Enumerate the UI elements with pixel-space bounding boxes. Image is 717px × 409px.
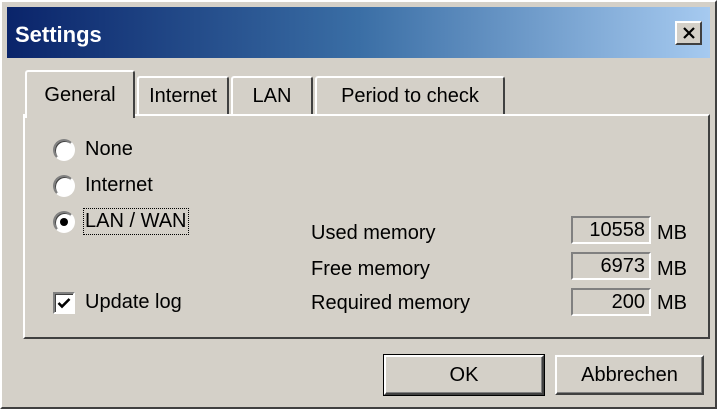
tab-lan[interactable]: LAN: [231, 76, 313, 114]
radio-none-label[interactable]: None: [85, 138, 133, 161]
settings-dialog: Settings General Internet LAN Period to …: [0, 0, 717, 409]
tab-period-to-check-label: Period to check: [341, 84, 479, 107]
update-log-checkbox[interactable]: [53, 292, 75, 314]
title-bar[interactable]: Settings: [7, 7, 710, 58]
tab-lan-label: LAN: [252, 84, 292, 107]
used-memory-value: 10558: [571, 216, 651, 244]
close-icon: [682, 27, 695, 39]
required-memory-label: Required memory: [311, 292, 470, 314]
free-memory-value: 6973: [571, 252, 651, 280]
radio-none[interactable]: [53, 139, 75, 161]
update-log-label[interactable]: Update log: [85, 291, 182, 314]
radio-internet-label[interactable]: Internet: [85, 174, 153, 197]
tab-internet[interactable]: Internet: [137, 76, 229, 114]
free-memory-unit: MB: [657, 258, 687, 280]
radio-dot: [60, 218, 68, 226]
tab-general-label: General: [44, 83, 116, 106]
tab-internet-label: Internet: [149, 84, 217, 107]
cancel-button-label: Abbrechen: [581, 363, 678, 386]
checkmark-icon: [57, 298, 71, 309]
tab-period-to-check[interactable]: Period to check: [315, 76, 505, 114]
tab-general[interactable]: General: [25, 70, 135, 118]
used-memory-unit: MB: [657, 222, 687, 244]
general-tab-panel: None Internet LAN / WAN Update log Used …: [23, 114, 710, 339]
close-button[interactable]: [675, 21, 702, 45]
window-title: Settings: [15, 22, 102, 47]
radio-lan-wan-label[interactable]: LAN / WAN: [83, 208, 189, 235]
free-memory-label: Free memory: [311, 258, 430, 280]
cancel-button[interactable]: Abbrechen: [555, 355, 704, 395]
used-memory-label: Used memory: [311, 222, 436, 244]
ok-button-label: OK: [449, 363, 479, 386]
radio-internet[interactable]: [53, 175, 75, 197]
ok-button[interactable]: OK: [383, 354, 545, 396]
required-memory-unit: MB: [657, 292, 687, 314]
required-memory-value: 200: [571, 288, 651, 316]
radio-lan-wan[interactable]: [53, 211, 75, 233]
